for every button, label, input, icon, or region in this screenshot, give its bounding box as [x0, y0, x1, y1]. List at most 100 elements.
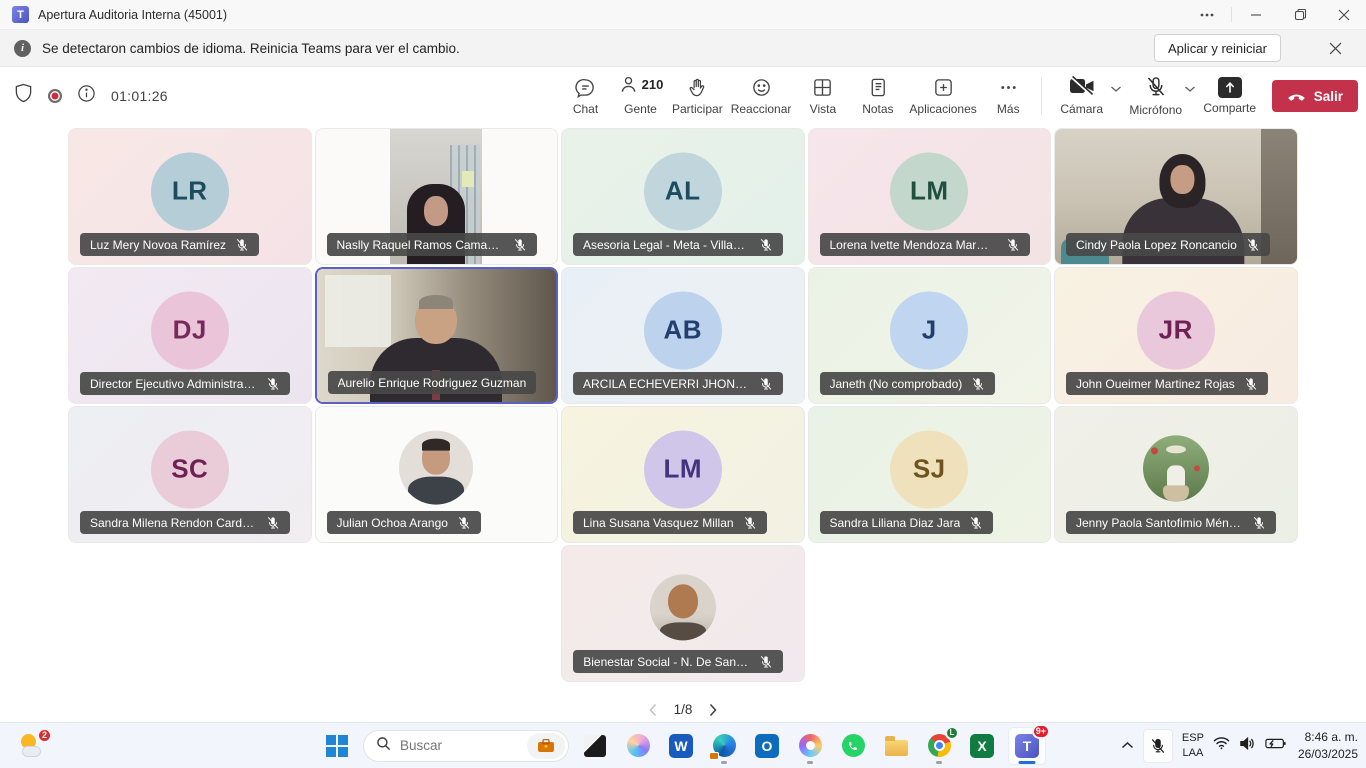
- apps-button[interactable]: Aplicaciones: [905, 67, 980, 125]
- avatar: SC: [151, 430, 229, 508]
- taskbar-search[interactable]: [363, 730, 569, 762]
- taskbar-word-icon[interactable]: W: [664, 726, 698, 766]
- tray-clock[interactable]: 8:46 a. m. 26/03/2025: [1298, 729, 1358, 761]
- raise-hand-button[interactable]: Participar: [668, 67, 727, 125]
- taskbar-file-explorer-icon[interactable]: [879, 726, 913, 766]
- search-input[interactable]: [400, 738, 518, 753]
- meeting-info-icon[interactable]: [77, 84, 96, 108]
- notes-button[interactable]: Notas: [850, 67, 905, 125]
- chrome-profile-badge: L: [945, 726, 959, 740]
- start-button[interactable]: [320, 726, 354, 766]
- participant-tile[interactable]: LM Lorena Ivette Mendoza Marmolejo: [808, 128, 1052, 265]
- participant-name-bar: Asesoria Legal - Meta - Villavicen...: [573, 233, 783, 256]
- close-button[interactable]: [1322, 0, 1366, 29]
- mic-options-chevron-icon[interactable]: [1184, 80, 1196, 98]
- participant-name: Aurelio Enrique Rodriguez Guzman: [338, 376, 527, 390]
- taskbar-teams-icon[interactable]: T 9+: [1008, 727, 1046, 765]
- people-button[interactable]: 210 Gente: [613, 67, 668, 125]
- participant-tile[interactable]: DJ Director Ejecutivo Administración...: [68, 267, 312, 404]
- taskbar-paint-icon[interactable]: [793, 726, 827, 766]
- camera-off-icon: [1069, 76, 1095, 99]
- tray-chevron-up-icon[interactable]: [1121, 737, 1134, 755]
- share-icon: [1218, 77, 1242, 98]
- participant-name-bar: Sandra Milena Rendon Cardenas: [80, 511, 290, 534]
- taskbar-whatsapp-icon[interactable]: [836, 726, 870, 766]
- title-divider: [1231, 7, 1232, 22]
- page-previous-icon[interactable]: [648, 703, 658, 717]
- notification-close-icon[interactable]: [1318, 33, 1352, 63]
- search-icon: [376, 736, 391, 756]
- taskbar-widgets-icon[interactable]: 2: [16, 729, 50, 763]
- windows-taskbar: 2 W O L X T 9+: [0, 722, 1366, 768]
- camera-button[interactable]: Cámara: [1054, 76, 1110, 116]
- tray-volume-icon[interactable]: [1239, 736, 1256, 756]
- participant-name-bar: ARCILA ECHEVERRI JHON BAYRO...: [573, 372, 783, 395]
- minimize-button[interactable]: [1234, 0, 1278, 29]
- mic-muted-icon: [266, 377, 280, 391]
- people-count-badge: 210: [642, 77, 664, 92]
- recording-icon[interactable]: [48, 89, 62, 103]
- shield-icon[interactable]: [14, 83, 33, 109]
- participant-tile[interactable]: AL Asesoria Legal - Meta - Villavicen...: [561, 128, 805, 265]
- participant-tile[interactable]: J Janeth (No comprobado): [808, 267, 1052, 404]
- avatar: AB: [644, 291, 722, 369]
- participant-tile[interactable]: SC Sandra Milena Rendon Cardenas: [68, 406, 312, 543]
- taskbar-copilot-icon[interactable]: [621, 726, 655, 766]
- participant-tile[interactable]: Naslly Raquel Ramos Camacho (...: [315, 128, 559, 265]
- more-button[interactable]: Más: [981, 67, 1036, 125]
- taskbar-excel-icon[interactable]: X: [965, 726, 999, 766]
- meeting-timer: 01:01:26: [111, 88, 168, 104]
- people-icon: [618, 74, 639, 98]
- participant-tile[interactable]: Bienestar Social - N. De Santande...: [561, 545, 805, 682]
- mic-muted-icon: [1246, 238, 1260, 252]
- toolbar-divider: [1041, 77, 1042, 115]
- page-next-icon[interactable]: [708, 703, 718, 717]
- mic-muted-icon: [1244, 377, 1258, 391]
- tray-battery-icon[interactable]: [1265, 737, 1287, 755]
- chat-button[interactable]: Chat: [558, 67, 613, 125]
- tray-wifi-icon[interactable]: [1213, 736, 1230, 755]
- participant-tile[interactable]: SJ Sandra Liliana Diaz Jara: [808, 406, 1052, 543]
- participant-tile[interactable]: Julian Ochoa Arango: [315, 406, 559, 543]
- notification-message: Se detectaron cambios de idioma. Reinici…: [42, 41, 460, 56]
- share-button[interactable]: Comparte: [1202, 77, 1258, 115]
- view-button[interactable]: Vista: [795, 67, 850, 125]
- window-more-icon[interactable]: [1185, 0, 1229, 29]
- leave-button[interactable]: Salir: [1272, 80, 1358, 112]
- microphone-button[interactable]: Micrófono: [1128, 76, 1184, 117]
- participant-name-bar: Lina Susana Vasquez Millan: [573, 511, 767, 534]
- taskbar-chrome-icon[interactable]: L: [922, 726, 956, 766]
- apply-restart-button[interactable]: Aplicar y reiniciar: [1154, 34, 1281, 62]
- participant-name: John Oueimer Martinez Rojas: [1076, 377, 1235, 391]
- info-icon: i: [14, 40, 31, 57]
- participant-name-bar: Cindy Paola Lopez Roncancio: [1066, 233, 1270, 256]
- participant-tile[interactable]: AB ARCILA ECHEVERRI JHON BAYRO...: [561, 267, 805, 404]
- participant-tile[interactable]: JR John Oueimer Martinez Rojas: [1054, 267, 1298, 404]
- participant-tile[interactable]: LR Luz Mery Novoa Ramírez: [68, 128, 312, 265]
- tray-date: 26/03/2025: [1298, 746, 1358, 762]
- avatar: SJ: [890, 430, 968, 508]
- react-button[interactable]: Reaccionar: [727, 67, 796, 125]
- chat-icon: [575, 77, 596, 98]
- participant-tile[interactable]: LM Lina Susana Vasquez Millan: [561, 406, 805, 543]
- participant-name: Sandra Liliana Diaz Jara: [830, 516, 961, 530]
- taskbar-app-icon[interactable]: [578, 726, 612, 766]
- participant-name: Lorena Ivette Mendoza Marmolejo: [830, 238, 997, 252]
- participant-name: Bienestar Social - N. De Santande...: [583, 655, 750, 669]
- camera-options-chevron-icon[interactable]: [1110, 80, 1122, 98]
- tray-language-indicator[interactable]: ESP LAA: [1182, 731, 1204, 760]
- taskbar-edge-icon[interactable]: [707, 726, 741, 766]
- tray-mic-muted-icon[interactable]: [1143, 729, 1173, 763]
- participant-name: Jenny Paola Santofimio Méndez: [1076, 516, 1243, 530]
- participant-tile[interactable]: Cindy Paola Lopez Roncancio: [1054, 128, 1298, 265]
- mic-muted-icon: [759, 655, 773, 669]
- taskbar-outlook-icon[interactable]: O: [750, 726, 784, 766]
- participant-name-bar: Luz Mery Novoa Ramírez: [80, 233, 259, 256]
- participant-name: Julian Ochoa Arango: [337, 516, 448, 530]
- maximize-button[interactable]: [1278, 0, 1322, 29]
- page-indicator: 1/8: [674, 702, 693, 717]
- participant-name-bar: Aurelio Enrique Rodriguez Guzman: [328, 371, 537, 394]
- participant-tile[interactable]: Jenny Paola Santofimio Méndez: [1054, 406, 1298, 543]
- avatar: LR: [151, 152, 229, 230]
- participant-tile-speaking[interactable]: Aurelio Enrique Rodriguez Guzman: [315, 267, 559, 404]
